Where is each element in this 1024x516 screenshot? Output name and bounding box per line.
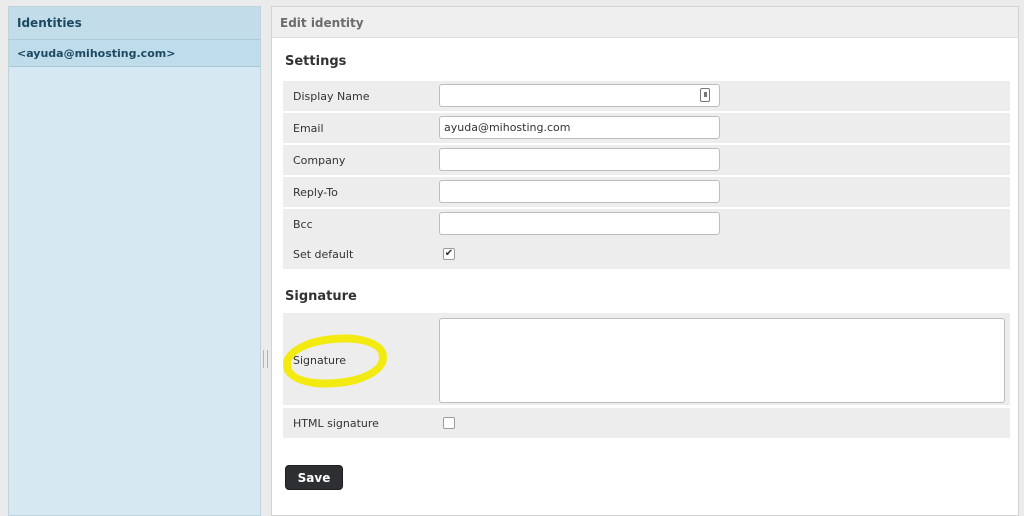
email-input[interactable] xyxy=(439,116,720,139)
html-signature-row: HTML signature xyxy=(283,408,1010,438)
display-name-label: Display Name xyxy=(293,90,370,103)
html-signature-checkbox[interactable] xyxy=(443,417,455,429)
yellow-highlight-circle xyxy=(281,331,389,391)
reply-to-row: Reply-To xyxy=(283,177,1010,207)
company-input[interactable] xyxy=(439,148,720,171)
reply-to-label: Reply-To xyxy=(293,186,338,199)
email-label: Email xyxy=(293,122,324,135)
set-default-label: Set default xyxy=(293,248,354,261)
settings-section-title: Settings xyxy=(285,54,347,69)
signature-row: Signature xyxy=(281,313,1010,405)
html-signature-label: HTML signature xyxy=(293,417,379,430)
identity-list-item[interactable]: <ayuda@mihosting.com> xyxy=(9,40,260,67)
email-row: Email xyxy=(283,113,1010,143)
set-default-row: Set default ✔ xyxy=(283,239,1010,269)
bcc-row: Bcc xyxy=(283,209,1010,239)
signature-section-title: Signature xyxy=(285,289,357,304)
identities-title: Identities xyxy=(9,7,260,40)
reply-to-input[interactable] xyxy=(439,180,720,203)
save-button[interactable]: Save xyxy=(285,465,343,490)
edit-identity-title: Edit identity xyxy=(272,7,1018,38)
bcc-input[interactable] xyxy=(439,212,720,235)
contact-card-icon[interactable] xyxy=(700,88,710,102)
signature-textarea[interactable] xyxy=(439,318,1005,403)
company-row: Company xyxy=(283,145,1010,175)
company-label: Company xyxy=(293,154,346,167)
display-name-row: Display Name xyxy=(283,81,1010,111)
display-name-input[interactable] xyxy=(439,84,720,107)
bcc-label: Bcc xyxy=(293,218,313,231)
edit-identity-panel: Edit identity Settings Display Name Emai… xyxy=(271,6,1019,516)
identities-panel: Identities <ayuda@mihosting.com> xyxy=(8,6,261,516)
set-default-checkbox[interactable]: ✔ xyxy=(443,248,455,260)
panel-splitter[interactable] xyxy=(263,350,268,368)
